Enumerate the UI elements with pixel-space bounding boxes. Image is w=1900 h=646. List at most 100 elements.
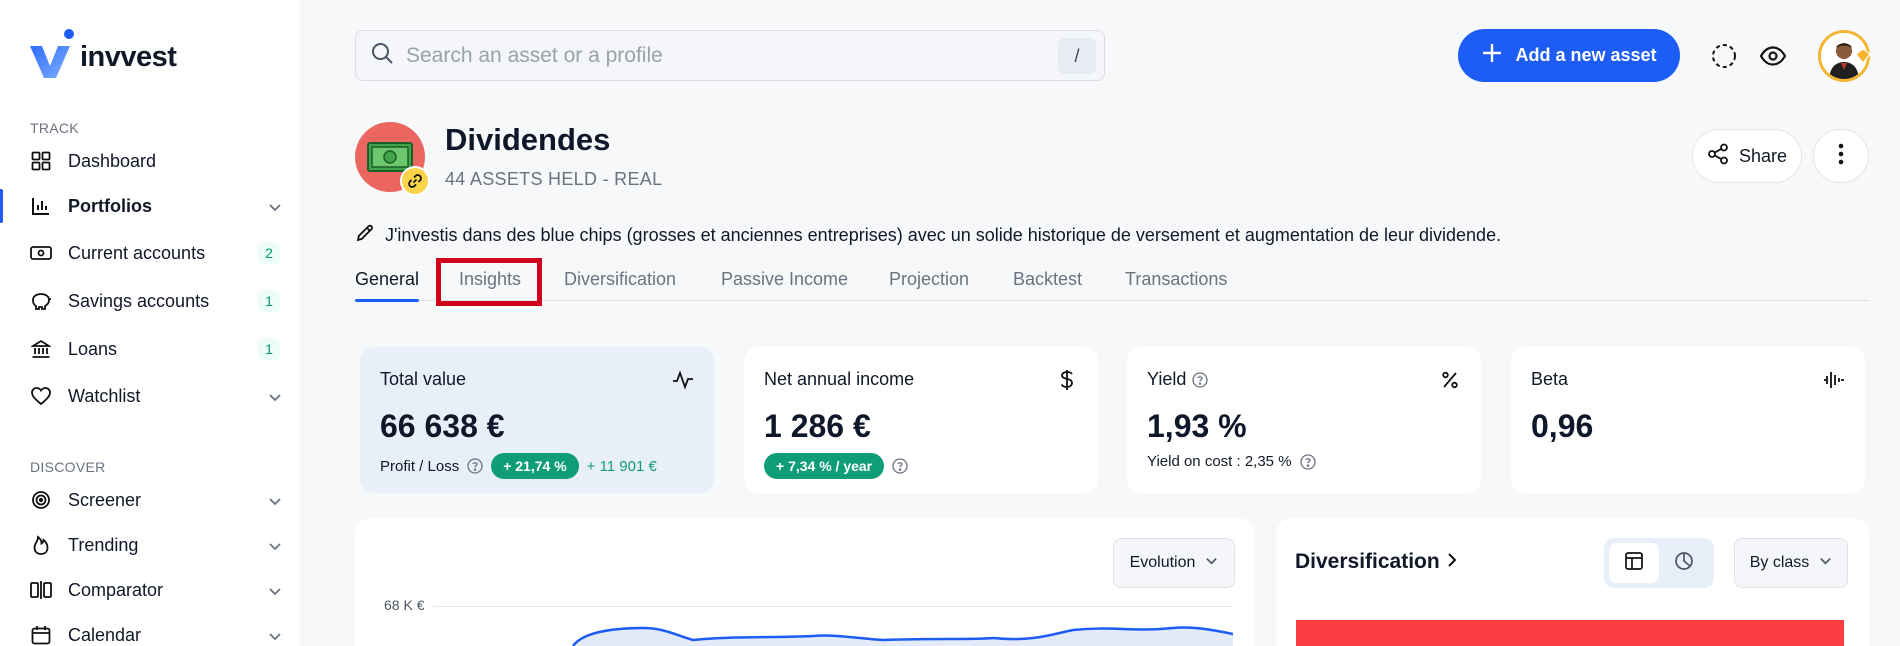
sidebar-item-label: Screener	[68, 489, 142, 510]
yield-value: 1,93 %	[1147, 408, 1247, 444]
sidebar-item-label: Watchlist	[68, 385, 141, 406]
sidebar-item-screener[interactable]: Screener	[0, 480, 300, 520]
help-icon[interactable]	[1192, 371, 1209, 388]
help-icon[interactable]	[467, 458, 483, 474]
sidebar-item-portfolios[interactable]: Portfolios	[0, 186, 300, 226]
profit-loss-label: Profit / Loss	[380, 457, 460, 475]
table-icon	[1624, 551, 1644, 576]
tab-general[interactable]: General	[355, 269, 420, 302]
beta-value: 0,96	[1531, 408, 1594, 444]
chevron-down-icon	[268, 198, 282, 219]
portfolio-tabs: General Insights Diversification Passive…	[355, 265, 1869, 302]
share-icon	[1707, 143, 1729, 170]
sidebar-item-trending[interactable]: Trending	[0, 525, 300, 565]
pie-view-button[interactable]	[1659, 543, 1709, 583]
sidebar-item-label: Loans	[68, 338, 118, 359]
discover-section-label: DISCOVER	[30, 459, 106, 475]
tab-transactions[interactable]: Transactions	[1125, 269, 1227, 301]
search-shortcut-key: /	[1058, 38, 1096, 74]
total-value-amount: 66 638 €	[380, 408, 505, 444]
track-section-label: TRACK	[30, 120, 79, 136]
bank-icon	[30, 338, 52, 360]
beta-card: Beta 0,96	[1511, 347, 1865, 493]
total-value-card: Total value 66 638 € Profit / Loss + 21,…	[360, 347, 714, 493]
pie-chart-icon	[1674, 551, 1694, 576]
evolution-dropdown[interactable]: Evolution	[1113, 538, 1235, 588]
more-vertical-icon	[1838, 143, 1844, 170]
percent-icon	[1439, 369, 1461, 391]
pencil-icon[interactable]	[355, 223, 375, 248]
link-icon	[400, 166, 430, 196]
income-growth-badge: + 7,34 % / year	[764, 453, 885, 479]
card-label: Net annual income	[764, 369, 915, 389]
count-badge: 2	[258, 242, 280, 264]
app-name: invvest	[80, 40, 177, 73]
share-button[interactable]: Share	[1692, 129, 1802, 183]
calendar-icon	[30, 624, 52, 646]
chevron-down-icon	[268, 537, 282, 558]
card-label: Beta	[1531, 369, 1569, 389]
eye-icon[interactable]	[1757, 40, 1789, 72]
yield-on-cost: Yield on cost : 2,35 %	[1147, 453, 1292, 470]
help-icon[interactable]	[892, 458, 908, 474]
profit-loss-percent-badge: + 21,74 %	[491, 453, 579, 479]
chevron-down-icon	[1819, 554, 1832, 572]
more-options-button[interactable]	[1813, 129, 1869, 183]
net-income-amount: 1 286 €	[764, 408, 871, 444]
sidebar-item-dashboard[interactable]: Dashboard	[0, 141, 300, 181]
compare-icon	[30, 579, 52, 601]
help-icon[interactable]	[1299, 453, 1316, 470]
yield-card: Yield 1,93 % Yield on cost : 2,35 %	[1127, 347, 1481, 493]
sidebar-item-loans[interactable]: Loans 1	[0, 329, 300, 369]
table-view-button[interactable]	[1609, 543, 1659, 583]
chevron-down-icon	[268, 388, 282, 409]
diversification-bar[interactable]	[1296, 620, 1844, 646]
dropdown-label: By class	[1749, 554, 1810, 571]
class-dropdown[interactable]: By class	[1734, 538, 1848, 588]
evolution-line-chart	[571, 626, 1233, 646]
search-bar[interactable]: Search an asset or a profile /	[355, 30, 1105, 81]
insights-tab-highlight	[436, 258, 542, 306]
chevron-down-icon	[268, 582, 282, 603]
chart-gridline	[433, 606, 1233, 607]
sidebar-item-current-accounts[interactable]: Current accounts 2	[0, 233, 300, 273]
target-icon	[30, 489, 52, 511]
search-icon	[370, 41, 394, 70]
chevron-down-icon	[268, 627, 282, 646]
piggy-bank-icon	[30, 290, 52, 312]
sidebar-item-calendar[interactable]: Calendar	[0, 615, 300, 646]
count-badge: 1	[258, 338, 280, 360]
sidebar-item-label: Trending	[68, 534, 139, 555]
sidebar-item-label: Savings accounts	[68, 290, 210, 311]
y-axis-tick-label: 68 K €	[384, 597, 425, 613]
add-new-asset-button[interactable]: Add a new asset	[1458, 29, 1680, 82]
flame-icon	[30, 534, 52, 556]
sidebar-item-label: Current accounts	[68, 242, 206, 263]
plus-icon	[1481, 42, 1503, 69]
tab-backtest[interactable]: Backtest	[1013, 269, 1082, 301]
activity-icon	[672, 369, 694, 391]
invvest-logo-icon	[30, 29, 74, 78]
view-toggle	[1604, 538, 1714, 588]
privacy-mode-icon[interactable]	[1708, 40, 1740, 72]
add-new-asset-label: Add a new asset	[1515, 45, 1657, 65]
card-label: Total value	[380, 369, 467, 389]
sidebar-item-savings-accounts[interactable]: Savings accounts 1	[0, 281, 300, 321]
tab-projection[interactable]: Projection	[889, 269, 969, 301]
net-annual-income-card: Net annual income 1 286 € + 7,34 % / yea…	[744, 347, 1098, 493]
diversification-link[interactable]: Diversification	[1295, 550, 1458, 574]
tab-diversification[interactable]: Diversification	[564, 269, 676, 301]
dollar-icon	[1056, 369, 1078, 391]
sidebar-item-comparator[interactable]: Comparator	[0, 570, 300, 610]
sidebar-item-watchlist[interactable]: Watchlist	[0, 376, 300, 416]
portfolio-description[interactable]: J'investis dans des blue chips (grosses …	[355, 223, 1501, 248]
card-label: Yield	[1147, 369, 1187, 389]
tab-passive-income[interactable]: Passive Income	[721, 269, 848, 301]
count-badge: 1	[258, 290, 280, 312]
sidebar-item-label: Calendar	[68, 624, 142, 645]
sidebar-item-label: Comparator	[68, 579, 164, 600]
portfolio-subtitle: 44 ASSETS HELD - REAL	[445, 169, 663, 189]
search-placeholder: Search an asset or a profile	[406, 43, 663, 67]
app-logo[interactable]: invvest	[28, 28, 177, 80]
diversification-title: Diversification	[1295, 550, 1440, 573]
